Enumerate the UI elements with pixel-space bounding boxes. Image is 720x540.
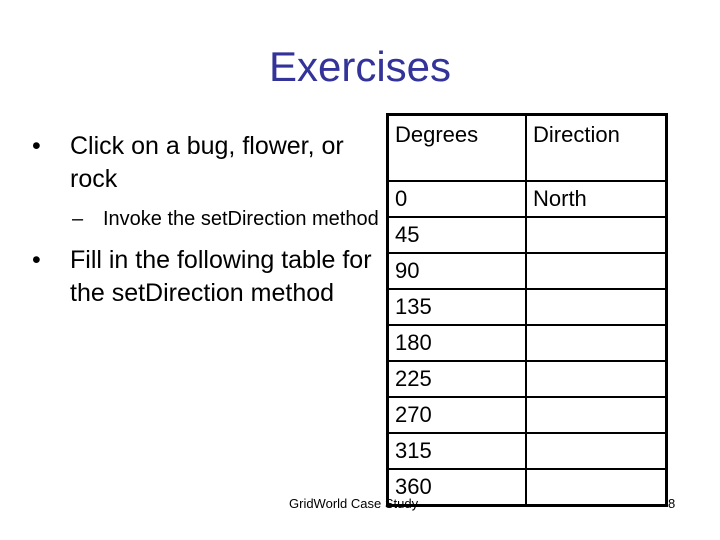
table-row: 0 North xyxy=(386,180,668,218)
header-degrees: Degrees xyxy=(386,113,527,182)
degrees-cell: 0 xyxy=(386,180,527,218)
degrees-cell: 225 xyxy=(386,360,527,398)
table-row: 180 xyxy=(386,324,668,362)
degrees-cell: 135 xyxy=(386,288,527,326)
bullet-marker: • xyxy=(32,132,41,160)
direction-cell xyxy=(525,468,668,507)
table-row: 90 xyxy=(386,252,668,290)
bullet-item: • Click on a bug, flower, or rock xyxy=(32,130,382,196)
degrees-cell: 315 xyxy=(386,432,527,470)
direction-cell xyxy=(525,252,668,290)
direction-cell xyxy=(525,324,668,362)
direction-cell xyxy=(525,360,668,398)
degrees-cell: 45 xyxy=(386,216,527,254)
sub-bullet-text: Invoke the setDirection method xyxy=(103,208,379,230)
sub-bullet-item: – Invoke the setDirection method xyxy=(32,204,382,234)
direction-cell xyxy=(525,432,668,470)
slide-footer: GridWorld Case Study xyxy=(289,496,419,511)
direction-cell xyxy=(525,288,668,326)
table-row: 135 xyxy=(386,288,668,326)
bullet-text: Click on a bug, flower, or rock xyxy=(70,132,344,193)
bullet-list: • Click on a bug, flower, or rock – Invo… xyxy=(32,130,382,310)
table-row: 315 xyxy=(386,432,668,470)
table-row: 360 xyxy=(386,468,668,507)
sub-bullet-marker: – xyxy=(72,208,84,230)
slide-title: Exercises xyxy=(268,43,452,90)
direction-cell xyxy=(525,396,668,434)
bullet-text: Fill in the following table for the setD… xyxy=(70,246,372,307)
header-direction: Direction xyxy=(525,113,668,182)
table-row: 270 xyxy=(386,396,668,434)
table-header-row: Degrees Direction xyxy=(386,113,668,182)
direction-cell xyxy=(525,216,668,254)
table-row: 45 xyxy=(386,216,668,254)
table-row: 225 xyxy=(386,360,668,398)
bullet-item: • Fill in the following table for the se… xyxy=(32,244,382,310)
direction-table: Degrees Direction 0 North 45 90 135 180 … xyxy=(386,113,668,507)
page-number: 8 xyxy=(668,496,676,511)
direction-cell: North xyxy=(525,180,668,218)
degrees-cell: 180 xyxy=(386,324,527,362)
degrees-cell: 90 xyxy=(386,252,527,290)
degrees-cell: 270 xyxy=(386,396,527,434)
bullet-marker: • xyxy=(32,246,41,274)
